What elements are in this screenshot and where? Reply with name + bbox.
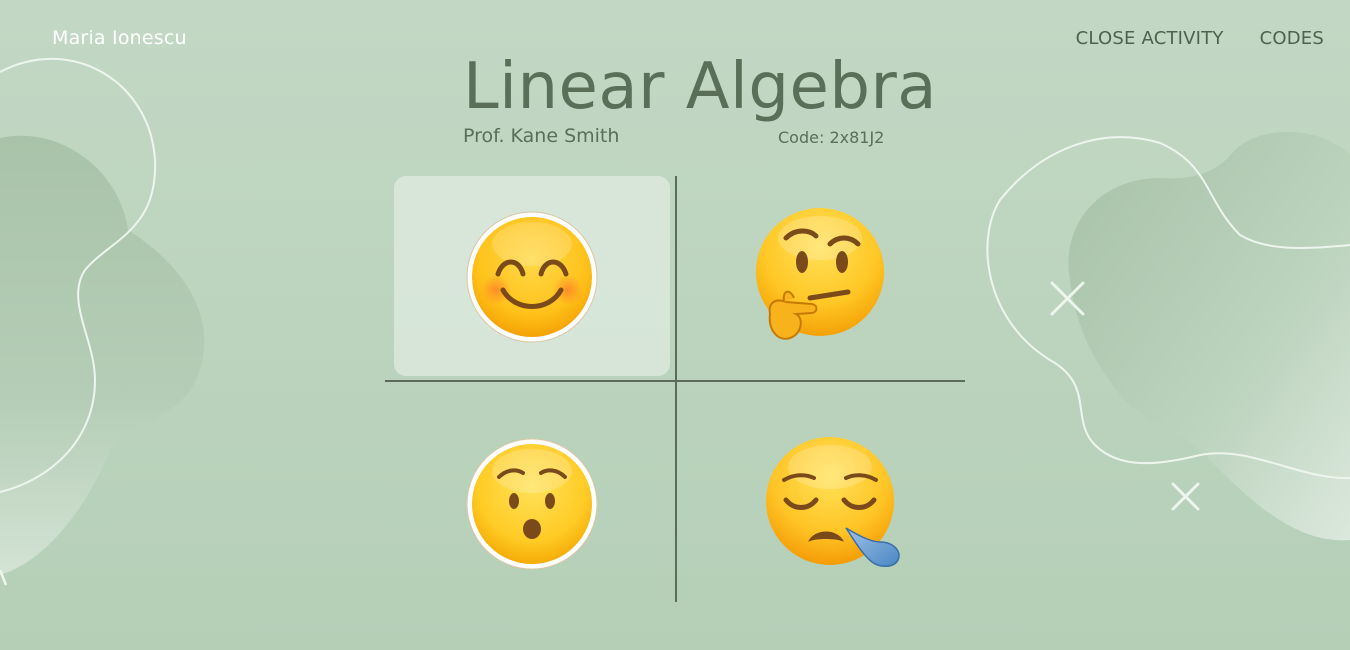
sleepy-face-icon[interactable] (762, 434, 902, 570)
right-outline (986, 136, 1350, 480)
x-mark-2 (1171, 482, 1200, 511)
left-blob (0, 135, 205, 576)
right-blob (1068, 131, 1350, 541)
hushed-face-icon[interactable] (465, 437, 599, 571)
x-mark-1 (1050, 281, 1085, 316)
smiling-face-with-smiling-eyes-icon[interactable] (465, 210, 599, 344)
course-title: Linear Algebra (463, 50, 937, 124)
course-code: Code: 2x81J2 (778, 128, 885, 147)
professor-name: Prof. Kane Smith (463, 125, 620, 147)
top-nav: CLOSE ACTIVITY CODES (1076, 28, 1324, 49)
user-name: Maria Ionescu (52, 27, 187, 49)
grid-divider-horizontal (385, 380, 965, 382)
thinking-face-icon[interactable] (752, 206, 888, 346)
grid-divider-vertical (675, 176, 677, 602)
left-outline (0, 57, 157, 493)
close-activity-link[interactable]: CLOSE ACTIVITY (1076, 28, 1224, 49)
codes-link[interactable]: CODES (1260, 28, 1324, 49)
